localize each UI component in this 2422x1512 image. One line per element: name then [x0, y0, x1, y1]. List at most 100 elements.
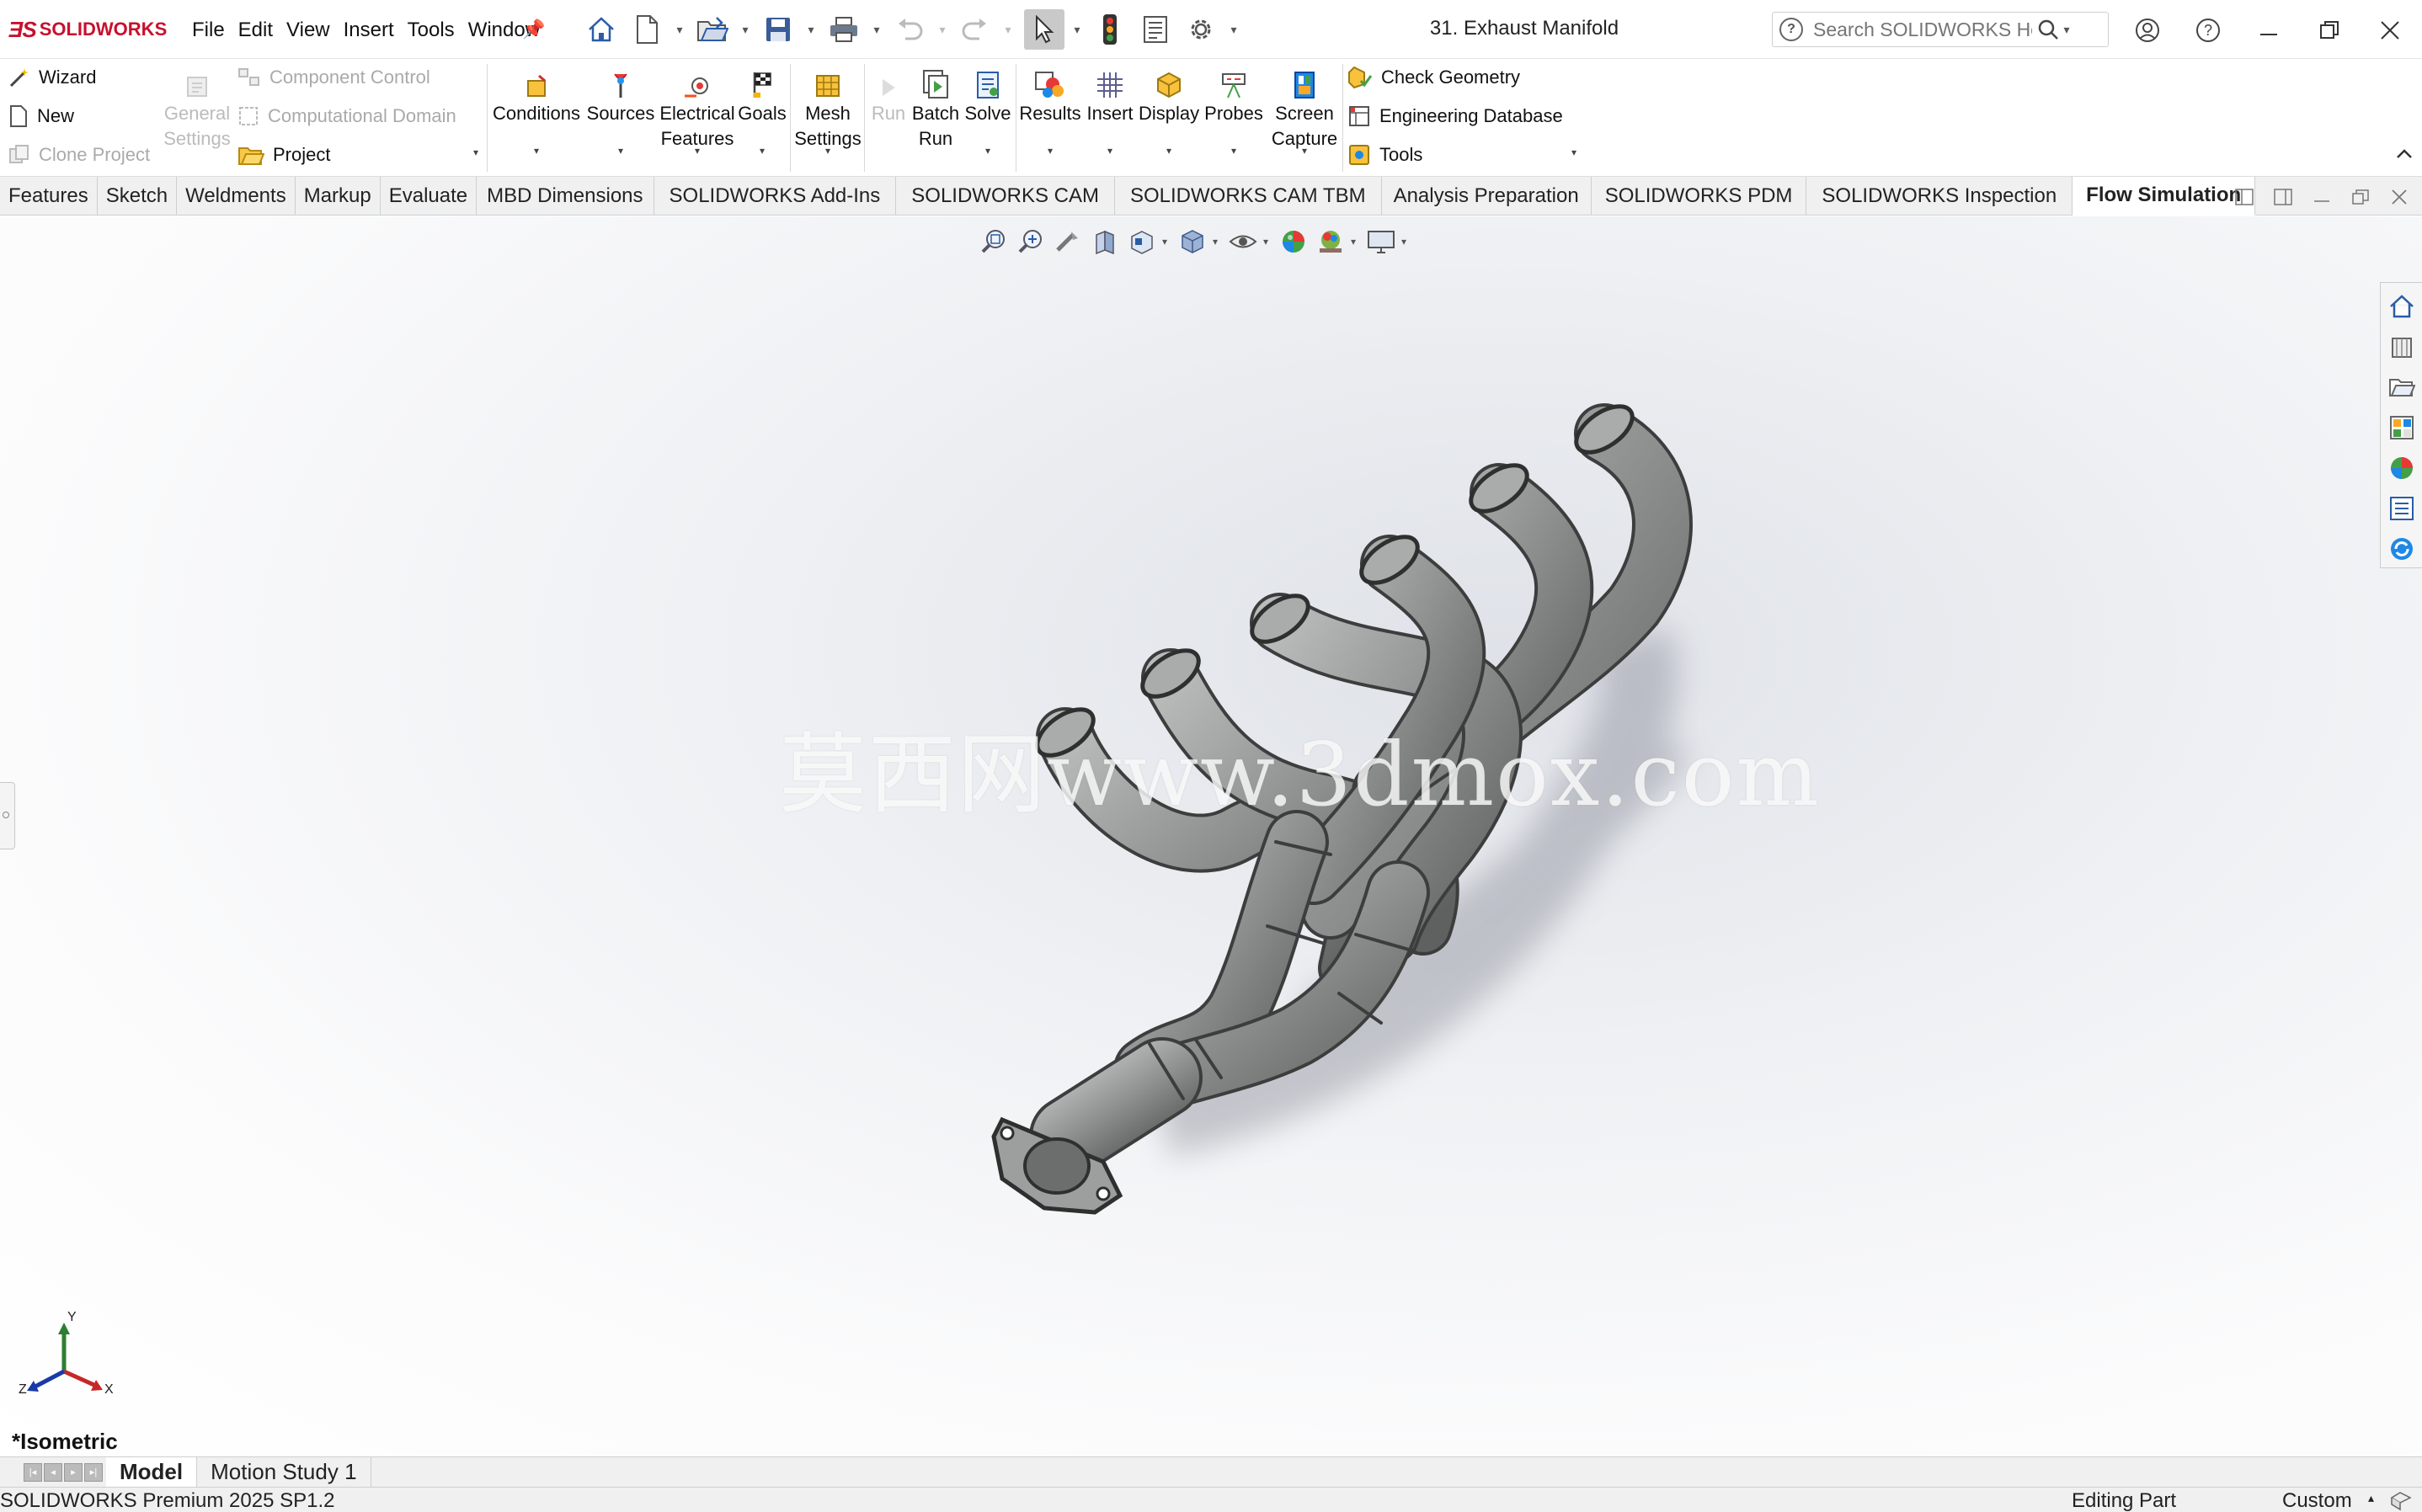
zoom-to-area-button[interactable] — [1014, 225, 1048, 258]
tab-flow-simulation[interactable]: Flow Simulation — [2073, 177, 2256, 216]
close-window-button[interactable] — [2371, 12, 2409, 49]
user-account-button[interactable] — [2129, 12, 2166, 49]
zoom-to-fit-button[interactable] — [977, 225, 1011, 258]
view-settings-caret[interactable]: ▾ — [1401, 236, 1411, 248]
mesh-settings-dropdown-caret[interactable]: ▾ — [825, 138, 830, 163]
tab-mbd-dimensions[interactable]: MBD Dimensions — [477, 177, 654, 216]
restore-window-button[interactable] — [2311, 12, 2348, 49]
units-dropdown-caret[interactable]: ▴ — [2368, 1491, 2374, 1505]
engineering-database-button[interactable]: Engineering Database — [1347, 99, 1563, 133]
menu-tools[interactable]: Tools — [401, 15, 461, 45]
tab-model[interactable]: Model — [106, 1457, 198, 1487]
wizard-button[interactable]: Wizard — [8, 61, 96, 94]
display-dropdown-caret[interactable]: ▾ — [1166, 138, 1171, 163]
solidworks-logo[interactable]: ƎS SOLIDWORKS — [8, 15, 167, 44]
insert-dropdown-caret[interactable]: ▾ — [1107, 138, 1112, 163]
tab-solidworks-cam-tbm[interactable]: SOLIDWORKS CAM TBM — [1115, 177, 1382, 216]
menu-file[interactable]: File — [185, 15, 232, 45]
print-button[interactable] — [824, 9, 864, 50]
check-geometry-button[interactable]: Check Geometry — [1347, 61, 1520, 94]
tab-features[interactable]: Features — [0, 177, 98, 216]
insert-button[interactable]: Insert ▾ — [1081, 62, 1139, 157]
appearances-scenes-tab[interactable] — [2384, 450, 2419, 487]
tools-button[interactable]: Tools — [1347, 138, 1422, 172]
tab-solidworks-pdm[interactable]: SOLIDWORKS PDM — [1592, 177, 1807, 216]
tab-analysis-preparation[interactable]: Analysis Preparation — [1382, 177, 1592, 216]
new-document-button[interactable] — [627, 9, 667, 50]
tab-solidworks-add-ins[interactable]: SOLIDWORKS Add-Ins — [654, 177, 897, 216]
select-button[interactable] — [1024, 9, 1064, 50]
goals-button[interactable]: Goals ▾ — [736, 62, 788, 157]
last-tab-icon[interactable]: ▸| — [84, 1462, 103, 1482]
tab-sketch[interactable]: Sketch — [98, 177, 178, 216]
apply-scene-button[interactable] — [1314, 225, 1347, 258]
results-dropdown-caret[interactable]: ▾ — [1048, 138, 1053, 163]
solidworks-forum-tab[interactable] — [2384, 530, 2419, 567]
menu-insert[interactable]: Insert — [337, 15, 401, 45]
solve-dropdown-caret[interactable]: ▾ — [985, 138, 990, 163]
rebuild-button[interactable] — [1090, 9, 1130, 50]
home-button[interactable] — [581, 9, 622, 50]
redo-dropdown-caret[interactable]: ▾ — [1000, 23, 1016, 37]
file-properties-button[interactable] — [1135, 9, 1176, 50]
hide-show-caret[interactable]: ▾ — [1263, 236, 1273, 248]
first-tab-icon[interactable]: |◂ — [24, 1462, 42, 1482]
tab-solidworks-cam[interactable]: SOLIDWORKS CAM — [896, 177, 1115, 216]
open-button[interactable] — [692, 9, 733, 50]
view-orientation-caret[interactable]: ▾ — [1162, 236, 1172, 248]
electrical-features-button[interactable]: Electrical Features ▾ — [657, 62, 738, 157]
print-dropdown-caret[interactable]: ▾ — [869, 23, 884, 37]
sources-dropdown-caret[interactable]: ▾ — [618, 138, 623, 163]
view-palette-tab[interactable] — [2384, 409, 2419, 446]
goals-dropdown-caret[interactable]: ▾ — [760, 138, 765, 163]
tab-weldments[interactable]: Weldments — [177, 177, 296, 216]
component-control-button[interactable]: Component Control — [237, 61, 430, 94]
electrical-features-dropdown-caret[interactable]: ▾ — [695, 138, 700, 163]
solve-button[interactable]: Solve ▾ — [962, 62, 1014, 157]
tools-dropdown-caret[interactable]: ▾ — [1571, 146, 1576, 158]
tab-motion-study-1[interactable]: Motion Study 1 — [197, 1457, 371, 1487]
section-view-button[interactable] — [1088, 225, 1122, 258]
solidworks-resources-tab[interactable] — [2384, 288, 2419, 325]
feature-manager-expand-handle[interactable] — [0, 782, 15, 849]
prev-tab-icon[interactable]: ◂ — [44, 1462, 62, 1482]
collapse-ribbon-chevron-icon[interactable] — [2395, 146, 2414, 160]
display-button[interactable]: Display ▾ — [1139, 62, 1199, 157]
clone-project-button[interactable]: Clone Project — [8, 138, 150, 172]
next-tab-icon[interactable]: ▸ — [64, 1462, 83, 1482]
tile-right-button[interactable] — [2270, 185, 2296, 209]
file-explorer-tab[interactable] — [2384, 369, 2419, 406]
probes-button[interactable]: Probes ▾ — [1199, 62, 1268, 157]
probes-dropdown-caret[interactable]: ▾ — [1231, 138, 1236, 163]
rebuild-status-icon[interactable] — [2388, 1489, 2414, 1511]
save-button[interactable] — [758, 9, 798, 50]
tab-solidworks-inspection[interactable]: SOLIDWORKS Inspection — [1806, 177, 2073, 216]
mesh-settings-button[interactable]: Mesh Settings ▾ — [793, 62, 862, 157]
hide-show-items-button[interactable] — [1226, 225, 1260, 258]
save-dropdown-caret[interactable]: ▾ — [803, 23, 819, 37]
run-button[interactable]: Run — [867, 62, 910, 126]
sources-button[interactable]: Sources ▾ — [584, 62, 657, 157]
screen-capture-button[interactable]: Screen Capture ▾ — [1268, 62, 1341, 157]
options-dropdown-caret[interactable]: ▾ — [1226, 23, 1241, 37]
doc-close-button[interactable] — [2387, 185, 2412, 209]
redo-button[interactable] — [955, 9, 995, 50]
results-button[interactable]: Results ▾ — [1019, 62, 1081, 157]
help-search-box[interactable]: ? ▾ — [1772, 12, 2109, 47]
tab-evaluate[interactable]: Evaluate — [381, 177, 477, 216]
general-settings-button[interactable]: General Settings — [162, 62, 232, 152]
doc-minimize-button[interactable] — [2309, 185, 2334, 209]
batch-run-button[interactable]: Batch Run — [910, 62, 962, 152]
exhaust-manifold-model[interactable] — [0, 216, 2422, 1456]
menu-view[interactable]: View — [280, 15, 337, 45]
design-library-tab[interactable] — [2384, 328, 2419, 365]
minimize-window-button[interactable] — [2250, 12, 2287, 49]
tab-markup[interactable]: Markup — [296, 177, 381, 216]
search-icon[interactable] — [2037, 19, 2059, 40]
menu-edit[interactable]: Edit — [232, 15, 280, 45]
help-button[interactable]: ? — [2190, 12, 2227, 49]
graphics-area[interactable]: 莫西网www.3dmox.com ▾ ▾ ▾ ▾ ▾ Y X Z *Isomet… — [0, 216, 2422, 1456]
open-dropdown-caret[interactable]: ▾ — [738, 23, 753, 37]
doc-restore-button[interactable] — [2348, 185, 2373, 209]
tile-left-button[interactable] — [2232, 185, 2257, 209]
